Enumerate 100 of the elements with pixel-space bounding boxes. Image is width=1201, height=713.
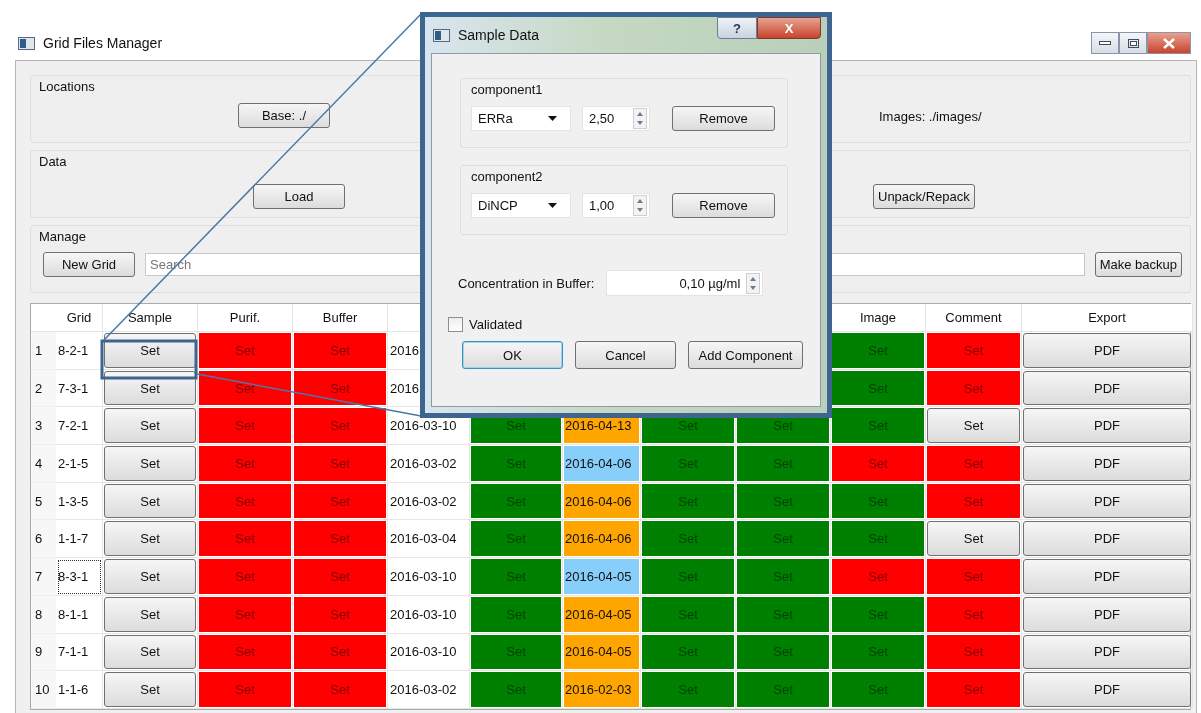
status-cell[interactable]: Set xyxy=(927,559,1020,594)
remove-button[interactable]: Remove xyxy=(672,106,775,131)
column-header[interactable]: Purif. xyxy=(198,304,293,332)
maximize-button[interactable] xyxy=(1119,32,1147,54)
status-cell[interactable]: Set xyxy=(642,559,734,594)
status-cell[interactable]: Set xyxy=(927,483,1020,519)
status-cell[interactable]: Set xyxy=(471,634,561,670)
set-button[interactable]: Set xyxy=(104,446,196,481)
status-cell[interactable]: Set xyxy=(832,634,924,670)
amount-spinbox[interactable]: 1,00 xyxy=(582,193,650,218)
validated-checkbox[interactable] xyxy=(448,317,463,332)
column-header[interactable]: Image xyxy=(831,304,926,332)
set-button[interactable]: Set xyxy=(104,370,196,406)
status-cell[interactable]: Set xyxy=(294,521,386,557)
load-button[interactable]: Load xyxy=(253,184,345,209)
status-cell[interactable]: Set xyxy=(199,446,291,481)
column-header[interactable]: Buffer xyxy=(293,304,388,332)
column-header[interactable]: Comment xyxy=(926,304,1022,332)
set-button[interactable]: Set xyxy=(104,333,196,368)
status-cell[interactable]: Set xyxy=(199,521,291,557)
help-button[interactable]: ? xyxy=(717,17,757,39)
status-cell[interactable]: Set xyxy=(737,634,829,670)
set-button[interactable]: Set xyxy=(927,408,1020,444)
set-button[interactable]: Set xyxy=(104,634,196,670)
set-button[interactable]: PDF xyxy=(1023,521,1191,557)
minimize-button[interactable] xyxy=(1091,32,1119,54)
status-cell[interactable]: Set xyxy=(927,446,1020,481)
status-cell[interactable]: Set xyxy=(471,483,561,519)
status-cell[interactable]: Set xyxy=(199,559,291,594)
status-cell[interactable]: Set xyxy=(294,596,386,632)
status-cell[interactable]: Set xyxy=(199,408,291,444)
status-cell[interactable]: Set xyxy=(927,634,1020,670)
status-cell[interactable]: Set xyxy=(294,333,386,368)
status-cell[interactable]: Set xyxy=(927,596,1020,632)
set-button[interactable]: PDF xyxy=(1023,333,1191,368)
status-cell[interactable]: Set xyxy=(294,408,386,444)
status-cell[interactable]: Set xyxy=(199,370,291,406)
status-cell[interactable]: Set xyxy=(471,521,561,557)
status-cell[interactable]: Set xyxy=(832,446,924,481)
status-cell[interactable]: Set xyxy=(737,521,829,557)
status-cell[interactable]: Set xyxy=(294,483,386,519)
status-cell[interactable]: Set xyxy=(642,596,734,632)
status-cell[interactable]: Set xyxy=(199,483,291,519)
unpack-button[interactable]: Unpack/Repack xyxy=(873,184,975,209)
status-cell[interactable]: Set xyxy=(832,408,924,444)
set-button[interactable]: PDF xyxy=(1023,596,1191,632)
close-button[interactable] xyxy=(1147,32,1191,54)
new-grid-button[interactable]: New Grid xyxy=(43,252,135,277)
status-cell[interactable]: Set xyxy=(927,333,1020,368)
status-cell[interactable]: Set xyxy=(294,446,386,481)
status-cell[interactable]: Set xyxy=(832,596,924,632)
dialog-button[interactable]: Cancel xyxy=(575,341,676,369)
status-cell[interactable]: Set xyxy=(642,483,734,519)
status-cell[interactable]: Set xyxy=(737,559,829,594)
dialog-button[interactable]: OK xyxy=(462,341,563,369)
backup-button[interactable]: Make backup xyxy=(1094,252,1182,277)
spin-arrows-icon[interactable] xyxy=(746,272,761,294)
set-button[interactable]: PDF xyxy=(1023,370,1191,406)
status-cell[interactable]: Set xyxy=(471,672,561,707)
set-button[interactable]: PDF xyxy=(1023,672,1191,707)
status-cell[interactable]: Set xyxy=(737,672,829,707)
status-cell[interactable]: Set xyxy=(832,559,924,594)
dialog-button[interactable]: Add Component xyxy=(688,341,803,369)
status-cell[interactable]: Set xyxy=(832,483,924,519)
amount-spinbox[interactable]: 2,50 xyxy=(582,106,650,131)
status-cell[interactable]: Set xyxy=(471,596,561,632)
substance-dropdown[interactable]: DiNCP xyxy=(471,193,571,218)
status-cell[interactable]: Set xyxy=(471,446,561,481)
status-cell[interactable]: Set xyxy=(927,672,1020,707)
status-cell[interactable]: Set xyxy=(471,559,561,594)
status-cell[interactable]: Set xyxy=(832,370,924,406)
status-cell[interactable]: Set xyxy=(199,672,291,707)
set-button[interactable]: Set xyxy=(104,559,196,594)
status-cell[interactable]: Set xyxy=(294,634,386,670)
status-cell[interactable]: Set xyxy=(642,634,734,670)
set-button[interactable]: Set xyxy=(104,521,196,557)
set-button[interactable]: PDF xyxy=(1023,634,1191,670)
column-header[interactable]: Grid xyxy=(56,304,103,332)
status-cell[interactable]: Set xyxy=(832,521,924,557)
base-button[interactable]: Base: ./ xyxy=(238,103,330,128)
status-cell[interactable]: Set xyxy=(294,370,386,406)
status-cell[interactable]: Set xyxy=(642,672,734,707)
status-cell[interactable]: Set xyxy=(199,634,291,670)
status-cell[interactable]: Set xyxy=(737,446,829,481)
status-cell[interactable]: Set xyxy=(199,333,291,368)
set-button[interactable]: PDF xyxy=(1023,483,1191,519)
spin-arrows-icon[interactable] xyxy=(633,195,647,216)
set-button[interactable]: Set xyxy=(104,483,196,519)
status-cell[interactable]: Set xyxy=(737,596,829,632)
status-cell[interactable]: Set xyxy=(199,596,291,632)
spin-arrows-icon[interactable] xyxy=(633,108,647,129)
status-cell[interactable]: Set xyxy=(642,521,734,557)
status-cell[interactable]: Set xyxy=(927,370,1020,406)
status-cell[interactable]: Set xyxy=(832,333,924,368)
column-header[interactable]: Sample xyxy=(103,304,198,332)
concentration-spinbox[interactable]: 0,10 µg/ml xyxy=(606,270,764,296)
set-button[interactable]: PDF xyxy=(1023,408,1191,444)
set-button[interactable]: PDF xyxy=(1023,446,1191,481)
status-cell[interactable]: Set xyxy=(832,672,924,707)
close-button[interactable]: X xyxy=(757,17,821,39)
